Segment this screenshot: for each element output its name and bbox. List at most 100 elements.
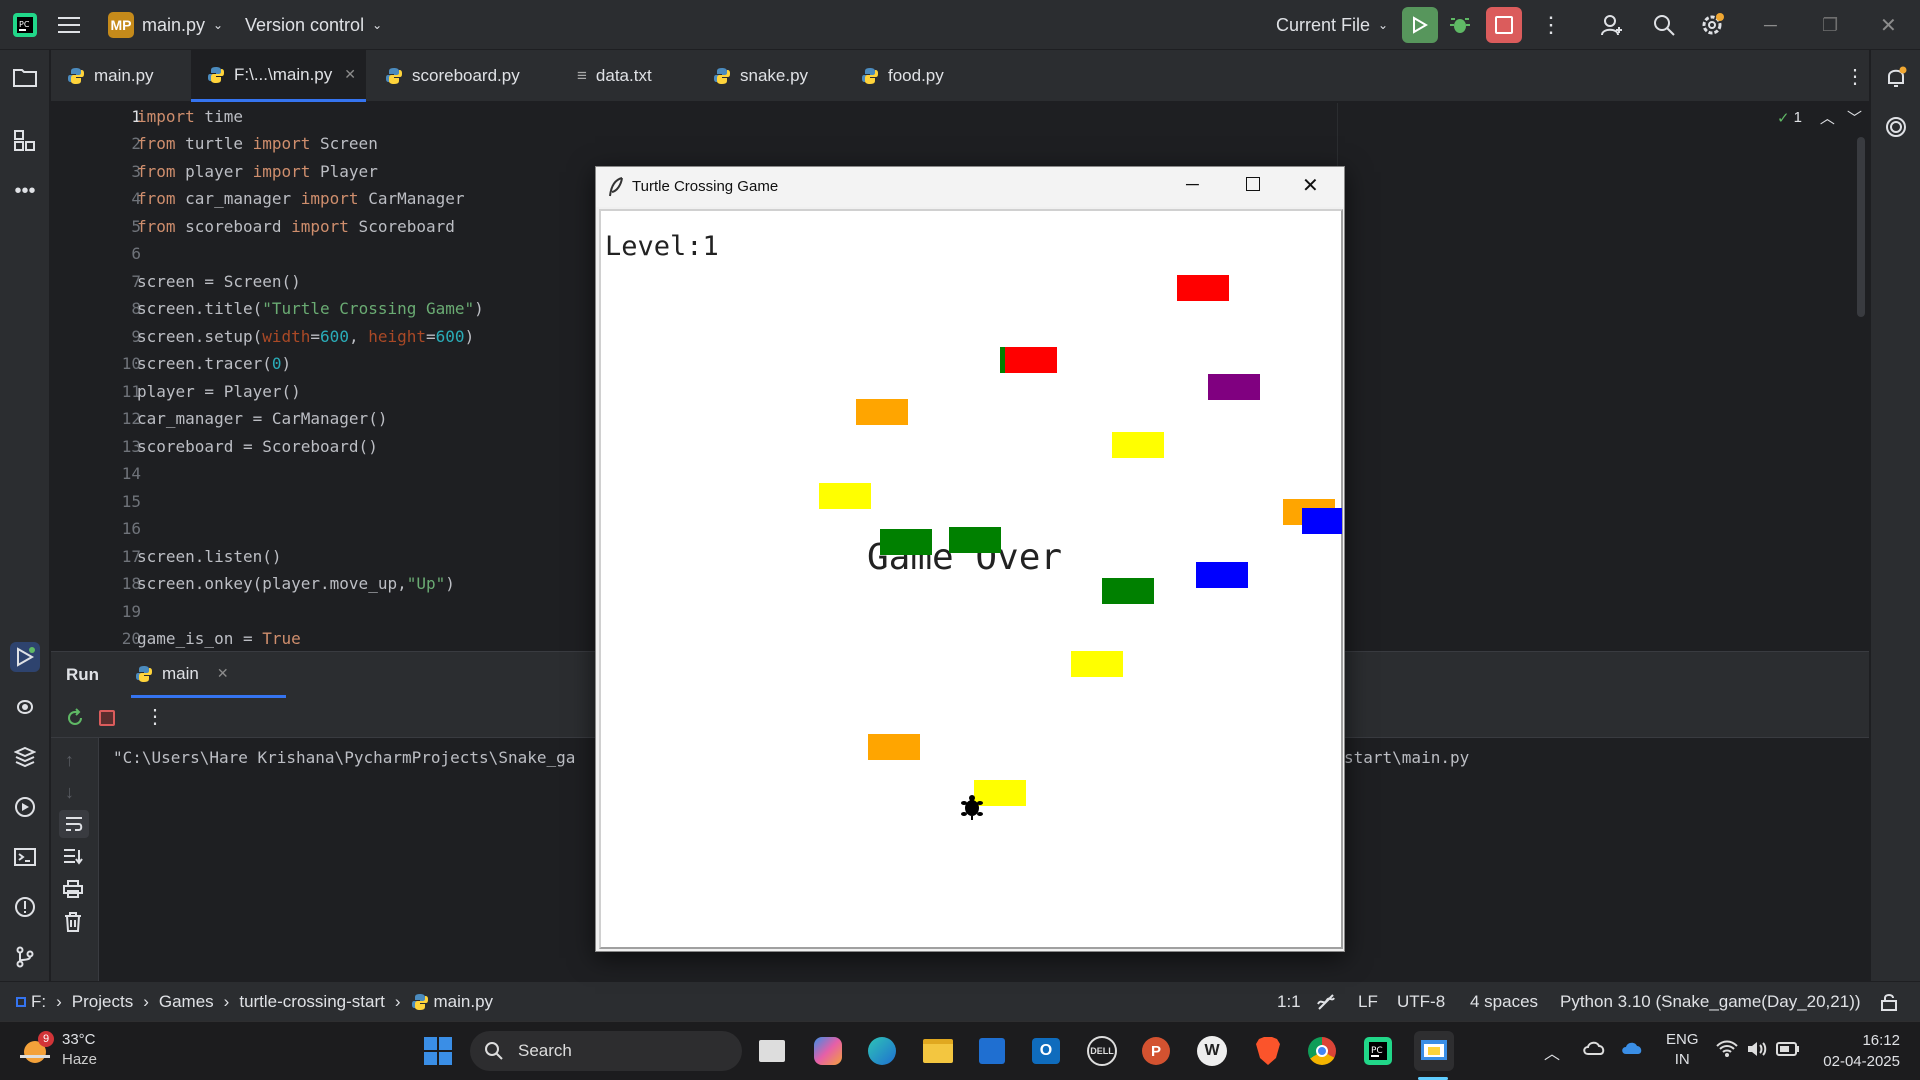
tab-food-py[interactable]: food.py [845, 50, 975, 102]
game-canvas[interactable]: Level:1 Game Over [599, 209, 1343, 949]
git-icon[interactable] [10, 942, 40, 972]
pycharm-taskbar-icon[interactable]: PC [1358, 1031, 1398, 1071]
stop-button[interactable] [1486, 0, 1522, 50]
search-icon[interactable] [1652, 0, 1676, 50]
close-window-icon[interactable]: ✕ [1302, 173, 1319, 198]
line-number: 1 [131, 107, 141, 126]
highlighting-off-icon[interactable] [1316, 982, 1336, 1022]
close-tab-icon[interactable]: ✕ [344, 66, 356, 83]
code-line: screen.onkey(player.move_up,"Up") [137, 574, 455, 593]
minimize-window-icon[interactable]: ─ [1186, 174, 1199, 195]
inspection-widget[interactable]: ✓ 1 ︿ ﹀ [1777, 107, 1862, 128]
chrome-icon[interactable] [1302, 1031, 1342, 1071]
line-number: 7 [131, 272, 141, 291]
more-actions-icon[interactable]: ⋮ [1540, 0, 1562, 50]
outlook-icon[interactable]: O [1026, 1031, 1066, 1071]
taskbar-search-box[interactable]: Search [470, 1031, 742, 1071]
onedrive-personal-icon[interactable] [1582, 1040, 1606, 1061]
game-window-titlebar[interactable]: Turtle Crossing Game ─ ✕ [596, 167, 1344, 207]
dell-icon[interactable]: DELL [1082, 1031, 1122, 1071]
python-turtle-taskbar-icon[interactable] [1414, 1031, 1454, 1071]
trash-icon[interactable] [64, 912, 82, 937]
terminal-icon[interactable] [10, 842, 40, 872]
tab-label: data.txt [595, 66, 652, 85]
onedrive-business-icon[interactable] [1620, 1040, 1644, 1061]
language-code: ENG [1666, 1031, 1699, 1048]
project-folder-icon[interactable] [10, 62, 40, 92]
tab-snake-py[interactable]: snake.py [697, 50, 827, 102]
print-icon[interactable] [63, 880, 83, 903]
python-packages-icon[interactable] [10, 742, 40, 772]
file-encoding[interactable]: UTF-8 [1397, 982, 1445, 1022]
clock[interactable]: 16:12 02-04-2025 [1818, 1030, 1900, 1072]
editor-scrollbar[interactable] [1857, 137, 1865, 317]
arrow-up-icon[interactable]: ↑ [65, 750, 74, 771]
caret-position[interactable]: 1:1 [1277, 982, 1301, 1022]
maximize-window-icon[interactable]: ❐ [1822, 0, 1838, 50]
run-tool-icon[interactable] [10, 642, 40, 672]
rerun-icon[interactable] [65, 708, 85, 733]
minimize-window-icon[interactable]: ─ [1764, 0, 1777, 50]
version-control-menu[interactable]: Version control ⌄ [245, 0, 382, 50]
scroll-to-end-icon[interactable] [63, 848, 83, 871]
ai-assistant-icon[interactable] [1881, 112, 1911, 142]
lock-icon[interactable] [1880, 982, 1898, 1022]
close-tab-icon[interactable]: ✕ [217, 665, 229, 682]
chevron-up-icon[interactable]: ︿ [1544, 1040, 1560, 1064]
breadcrumb-drive[interactable]: F: [31, 992, 46, 1012]
main-menu-icon[interactable] [58, 0, 80, 50]
soft-wrap-icon[interactable] [59, 810, 89, 838]
windows-start-icon[interactable] [418, 1031, 458, 1071]
code-with-me-icon[interactable] [1600, 0, 1624, 50]
indent-setting[interactable]: 4 spaces [1470, 982, 1538, 1022]
chevron-down-icon[interactable]: ﹀ [1847, 107, 1862, 128]
close-window-icon[interactable]: ✕ [1880, 0, 1897, 50]
settings-gear-icon[interactable] [1700, 0, 1726, 50]
run-tab-main[interactable]: main ✕ [131, 652, 286, 698]
chevron-up-icon[interactable]: ︿ [1820, 107, 1835, 128]
maximize-window-icon[interactable] [1246, 177, 1260, 191]
breadcrumb-item[interactable]: turtle-crossing-start [239, 992, 384, 1012]
python-interpreter[interactable]: Python 3.10 (Snake_game(Day_20,21)) [1560, 982, 1861, 1022]
services-icon[interactable] [10, 792, 40, 822]
more-actions-icon[interactable]: ⋮ [145, 704, 165, 729]
breadcrumb-item[interactable]: Games [159, 992, 214, 1012]
run-config-selector[interactable]: Current File ⌄ [1276, 0, 1388, 50]
file-explorer-icon[interactable] [918, 1031, 958, 1071]
tab-more-icon[interactable]: ⋮ [1829, 50, 1865, 102]
rerun-button[interactable] [1402, 0, 1438, 50]
wordpad-icon[interactable]: W [1192, 1031, 1232, 1071]
language-indicator[interactable]: ENG IN [1666, 1030, 1699, 1070]
code-line: screen = Screen() [137, 272, 301, 291]
structure-icon[interactable] [10, 126, 40, 156]
line-separator[interactable]: LF [1358, 982, 1378, 1022]
copilot-icon[interactable] [808, 1031, 848, 1071]
project-selector[interactable]: MP main.py ⌄ [108, 0, 223, 50]
pycharm-logo-icon[interactable]: PC [12, 0, 38, 50]
python-console-icon[interactable] [10, 692, 40, 722]
task-view-icon[interactable] [752, 1031, 792, 1071]
line-number: 14 [121, 464, 141, 483]
powerpoint-icon[interactable]: P [1136, 1031, 1176, 1071]
wifi-icon[interactable] [1716, 1040, 1738, 1063]
problems-icon[interactable] [10, 892, 40, 922]
volume-icon[interactable] [1746, 1040, 1768, 1063]
breadcrumb-item[interactable]: Projects [72, 992, 133, 1012]
debug-button[interactable] [1448, 0, 1472, 50]
stop-icon[interactable] [99, 710, 115, 726]
weather-widget[interactable]: 9 33°C Haze [20, 1030, 97, 1070]
edge-browser-icon[interactable] [862, 1031, 902, 1071]
breadcrumb-item[interactable]: main.py [434, 992, 494, 1012]
notifications-bell-icon[interactable] [1881, 62, 1911, 92]
tab-data-txt[interactable]: ≡ data.txt [561, 50, 691, 102]
tab-main-py[interactable]: main.py [51, 50, 189, 102]
more-tools-icon[interactable]: ••• [10, 176, 40, 206]
brave-browser-icon[interactable] [1248, 1031, 1288, 1071]
tab-f-main-py[interactable]: F:\...\main.py ✕ [191, 50, 366, 102]
tab-scoreboard-py[interactable]: scoreboard.py [369, 50, 559, 102]
battery-icon[interactable] [1776, 1042, 1800, 1061]
tab-label: scoreboard.py [412, 66, 520, 85]
arrow-down-icon[interactable]: ↓ [65, 782, 74, 803]
microsoft-store-icon[interactable] [972, 1031, 1012, 1071]
project-badge: MP [108, 12, 134, 38]
